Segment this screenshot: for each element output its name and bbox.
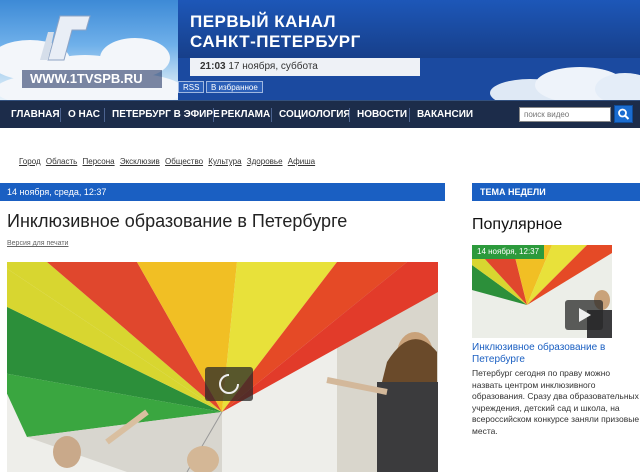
article-date-bar: 14 ноября, среда, 12:37 [0,183,445,201]
popular-article-summary: Петербург сегодня по праву можно назвать… [472,368,640,436]
current-date: 17 ноября, суббота [228,61,318,72]
subnav-item-region[interactable]: Область [46,157,77,166]
channel-banner: ПЕРВЫЙ КАНАЛ САНКТ-ПЕТЕРБУРГ 21:03 17 но… [178,0,640,100]
article-title: Инклюзивное образование в Петербурге [7,211,348,231]
rss-link[interactable]: RSS [178,81,205,93]
article-video-player[interactable] [7,262,438,472]
subnav-item-city[interactable]: Город [19,157,41,166]
nav-item-ads[interactable]: РЕКЛАМА [221,101,270,129]
popular-heading: Популярное [472,216,563,233]
play-icon[interactable] [565,300,603,330]
nav-item-vacancies[interactable]: ВАКАНСИИ [417,101,473,129]
nav-item-spb-on-air[interactable]: ПЕТЕРБУРГ В ЭФИРЕ [112,101,220,129]
subnav-item-poster[interactable]: Афиша [288,157,315,166]
clouds-decoration-icon [490,67,640,100]
nav-item-sociology[interactable]: СОЦИОЛОГИЯ [279,101,351,129]
subnav-item-exclusive[interactable]: Эксклюзив [120,157,160,166]
topic-of-week-bar[interactable]: ТЕМА НЕДЕЛИ [472,183,640,201]
popular-video-thumbnail[interactable]: 14 ноября, 12:37 [472,245,612,338]
subnav-item-society[interactable]: Общество [165,157,203,166]
channel-one-logo-icon[interactable] [38,10,98,66]
current-time: 21:03 [200,61,226,72]
video-search-input[interactable] [519,107,611,122]
nav-item-about[interactable]: О НАС [68,101,100,129]
category-subnav: Город Область Персона Эксклюзив Общество… [19,157,318,169]
search-button[interactable] [614,105,633,123]
site-url[interactable]: WWW.1TVSPB.RU [22,70,162,88]
subnav-item-culture[interactable]: Культура [208,157,241,166]
popular-article-link[interactable]: Инклюзивное образование в Петербурге [472,342,612,366]
page: WWW.1TVSPB.RU ПЕРВЫЙ КАНАЛ САНКТ-ПЕТЕРБУ… [0,0,640,472]
site-header: WWW.1TVSPB.RU ПЕРВЫЙ КАНАЛ САНКТ-ПЕТЕРБУ… [0,0,640,100]
subnav-item-health[interactable]: Здоровье [247,157,283,166]
bookmark-link[interactable]: В избранное [206,81,263,93]
nav-item-home[interactable]: ГЛАВНАЯ [11,101,60,129]
print-version-link[interactable]: Версия для печати [7,240,68,247]
nav-item-news[interactable]: НОВОСТИ [357,101,407,129]
thumbnail-date-badge: 14 ноября, 12:37 [472,245,545,259]
search-icon [618,108,630,120]
subnav-item-person[interactable]: Персона [83,157,115,166]
channel-title: ПЕРВЫЙ КАНАЛ САНКТ-ПЕТЕРБУРГ [190,12,361,51]
current-datetime: 21:03 17 ноября, суббота [190,58,420,76]
loading-spinner-icon [205,367,253,401]
